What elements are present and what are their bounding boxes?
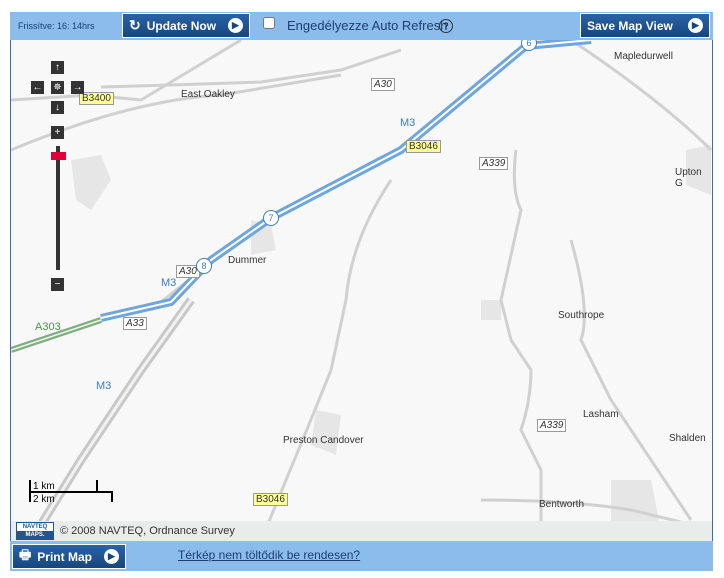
road-label: M3 (400, 117, 416, 129)
pan-up-button[interactable]: ↑ (51, 61, 64, 74)
navteq-logo: NAVTEQ MAPS. (16, 522, 54, 540)
road-layer (11, 40, 712, 541)
place-label: Shalden (669, 433, 706, 444)
pan-down-button[interactable]: ↓ (51, 101, 64, 114)
update-now-button[interactable]: ↻ Update Now ▶ (122, 13, 250, 38)
junction-marker: 7 (263, 210, 279, 226)
refreshed-time: Frissítve: 16: 14hrs (18, 21, 95, 31)
road-label: A339 (537, 419, 567, 432)
arrow-right-icon: ▶ (228, 18, 243, 33)
place-label: Lasham (583, 409, 619, 420)
place-label: Mapledurwell (614, 51, 673, 62)
place-label: Southrope (558, 310, 605, 321)
place-label: Dummer (228, 255, 267, 266)
bottom-toolbar: 🖶 Print Map ▶ Térkép nem töltődik be ren… (10, 541, 713, 571)
pan-center-button[interactable]: ✵ (51, 81, 64, 94)
junction-marker: 8 (196, 258, 212, 274)
zoom-slider[interactable] (56, 146, 60, 270)
auto-refresh-checkbox[interactable] (263, 17, 275, 29)
refresh-icon: ↻ (129, 17, 141, 33)
print-map-button[interactable]: 🖶 Print Map ▶ (12, 544, 126, 569)
auto-refresh-label: Engedélyezze Auto Refresh (287, 18, 448, 33)
top-toolbar: Frissítve: 16: 14hrs ↻ Update Now ▶ Enge… (10, 12, 713, 40)
pan-left-button[interactable]: ← (31, 81, 44, 94)
pan-right-button[interactable]: → (71, 81, 84, 94)
arrow-right-icon: ▶ (104, 549, 119, 564)
road-label: M3 (161, 277, 177, 289)
road-label: A339 (479, 157, 509, 170)
arrow-right-icon: ▶ (688, 18, 703, 33)
save-map-view-button[interactable]: Save Map View ▶ (580, 13, 710, 38)
road-label: A33 (123, 317, 147, 330)
road-label: B3400 (79, 92, 114, 105)
road-label: B3046 (406, 140, 441, 153)
zoom-slider-handle[interactable] (51, 152, 66, 160)
help-icon[interactable]: ? (439, 19, 453, 33)
scale-bar: 1 km 2 km (29, 480, 114, 505)
road-label: A30 (371, 78, 395, 91)
zoom-out-button[interactable]: − (51, 278, 64, 291)
map-canvas[interactable]: East Oakley Mapledurwell Dummer Upton G … (10, 40, 713, 541)
place-label: East Oakley (181, 89, 235, 100)
map-not-loading-link[interactable]: Térkép nem töltődik be rendesen? (178, 548, 360, 562)
printer-icon: 🖶 (19, 546, 32, 562)
place-label: Preston Candover (283, 435, 364, 446)
place-label: Bentworth (539, 499, 585, 510)
road-label: B3046 (253, 493, 288, 506)
zoom-in-button[interactable]: + (51, 126, 64, 139)
place-label: Upton G (675, 167, 702, 189)
road-label: A303 (35, 321, 61, 333)
copyright-bar: NAVTEQ MAPS. © 2008 NAVTEQ, Ordnance Surv… (11, 521, 712, 541)
road-label: M3 (96, 380, 112, 392)
